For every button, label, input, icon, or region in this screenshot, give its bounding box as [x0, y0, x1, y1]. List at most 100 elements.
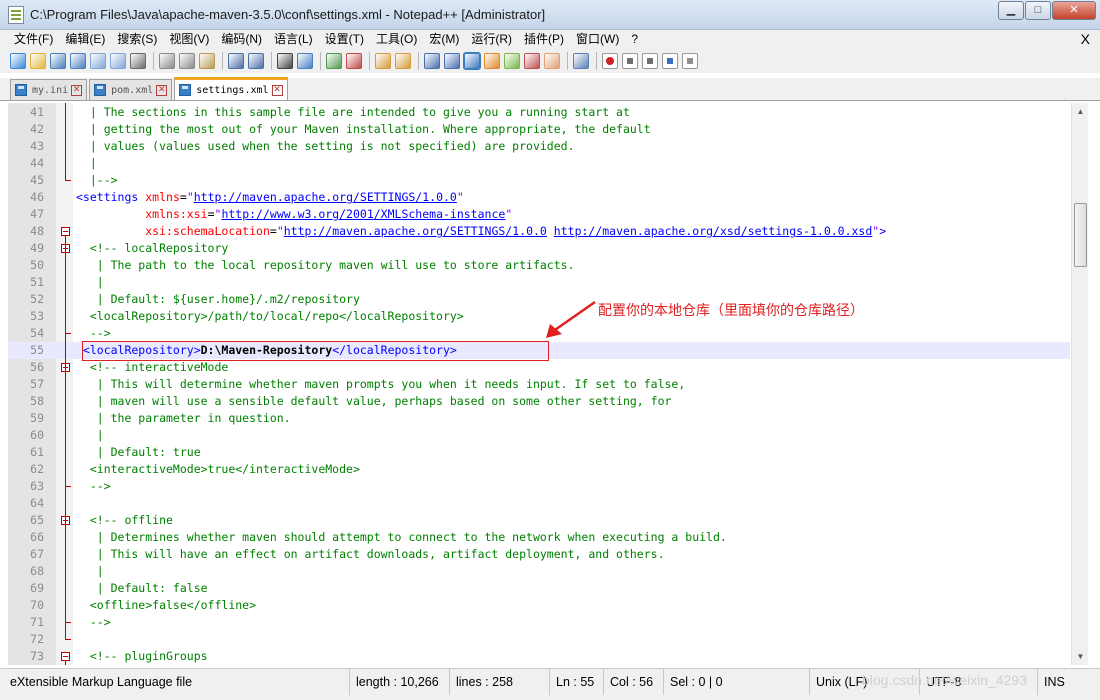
code-text: -->: [76, 478, 111, 495]
menu-tools[interactable]: 工具(O): [370, 30, 423, 49]
code-line[interactable]: 65 <!-- offline: [8, 512, 1070, 529]
code-line[interactable]: 70 <offline>false</offline>: [8, 597, 1070, 614]
replace-icon[interactable]: [297, 53, 313, 69]
code-line[interactable]: 63 -->: [8, 478, 1070, 495]
function-list-icon[interactable]: [524, 53, 540, 69]
code-line[interactable]: 60 |: [8, 427, 1070, 444]
code-line[interactable]: 58 | maven will use a sensible default v…: [8, 393, 1070, 410]
scroll-down-arrow-icon[interactable]: ▼: [1072, 648, 1089, 665]
code-line[interactable]: 57 | This will determine whether maven p…: [8, 376, 1070, 393]
new-file-icon[interactable]: [10, 53, 26, 69]
menu-window[interactable]: 窗口(W): [570, 30, 625, 49]
code-line[interactable]: 52 | Default: ${user.home}/.m2/repositor…: [8, 291, 1070, 308]
scroll-up-arrow-icon[interactable]: ▲: [1072, 103, 1089, 120]
close-document-button[interactable]: X: [1081, 30, 1090, 49]
code-line[interactable]: 61 | Default: true: [8, 444, 1070, 461]
fold-toggle-icon[interactable]: [61, 227, 70, 236]
code-line[interactable]: 48 xsi:schemaLocation="http://maven.apac…: [8, 223, 1070, 240]
zoom-out-icon[interactable]: [346, 53, 362, 69]
find-icon[interactable]: [277, 53, 293, 69]
code-text: <offline>false</offline>: [76, 597, 256, 614]
code-line[interactable]: 53 <localRepository>/path/to/local/repo<…: [8, 308, 1070, 325]
code-line[interactable]: 46 <settings xmlns="http://maven.apache.o…: [8, 189, 1070, 206]
paste-icon[interactable]: [199, 53, 215, 69]
status-insert-mode[interactable]: INS: [1038, 669, 1096, 695]
sync-vertical-icon[interactable]: [375, 53, 391, 69]
fold-guide: [65, 253, 66, 334]
code-line[interactable]: 66 | Determines whether maven should att…: [8, 529, 1070, 546]
sync-horizontal-icon[interactable]: [395, 53, 411, 69]
code-line[interactable]: 51 |: [8, 274, 1070, 291]
indent-guide-icon[interactable]: [463, 52, 481, 70]
code-line[interactable]: 50 | The path to the local repository ma…: [8, 257, 1070, 274]
menu-bar: 文件(F) 编辑(E) 搜索(S) 视图(V) 编码(N) 语言(L) 设置(T…: [0, 30, 1100, 49]
code-line[interactable]: 54 -->: [8, 325, 1070, 342]
save-macro-icon[interactable]: [682, 53, 698, 69]
tab-close-icon[interactable]: ✕: [156, 84, 168, 96]
zoom-in-icon[interactable]: [326, 53, 342, 69]
code-line[interactable]: 42 | getting the most out of your Maven …: [8, 121, 1070, 138]
close-window-button[interactable]: ✕: [1052, 1, 1096, 20]
redo-icon[interactable]: [248, 53, 264, 69]
tab-my-ini[interactable]: my.ini ✕: [10, 79, 88, 100]
play-macro-icon[interactable]: [642, 53, 658, 69]
menu-language[interactable]: 语言(L): [268, 30, 319, 49]
menu-plugins[interactable]: 插件(P): [518, 30, 570, 49]
code-token: |: [76, 564, 104, 578]
code-line[interactable]: 47 xmlns:xsi= "http://www.w3.org/2001/XML…: [8, 206, 1070, 223]
code-line[interactable]: 41 | The sections in this sample file ar…: [8, 104, 1070, 121]
code-line[interactable]: 68 |: [8, 563, 1070, 580]
close-all-icon[interactable]: [110, 53, 126, 69]
code-line[interactable]: 62 <interactiveMode>true</interactiveMod…: [8, 461, 1070, 478]
menu-help[interactable]: ?: [625, 30, 644, 49]
record-macro-icon[interactable]: [602, 53, 618, 69]
save-all-icon[interactable]: [70, 53, 86, 69]
scrollbar-thumb[interactable]: [1074, 203, 1087, 267]
menu-file[interactable]: 文件(F): [8, 30, 59, 49]
tab-close-icon[interactable]: ✕: [71, 84, 83, 96]
undo-icon[interactable]: [228, 53, 244, 69]
save-icon[interactable]: [50, 53, 66, 69]
menu-encoding[interactable]: 编码(N): [215, 30, 268, 49]
close-icon[interactable]: [90, 53, 106, 69]
show-all-chars-icon[interactable]: [444, 53, 460, 69]
code-line[interactable]: 67 | This will have an effect on artifac…: [8, 546, 1070, 563]
menu-macro[interactable]: 宏(M): [423, 30, 465, 49]
tab-pom-xml[interactable]: pom.xml ✕: [89, 79, 173, 100]
code-line[interactable]: 73 <!-- pluginGroups: [8, 648, 1070, 665]
menu-view[interactable]: 视图(V): [163, 30, 215, 49]
cut-icon[interactable]: [159, 53, 175, 69]
word-wrap-icon[interactable]: [424, 53, 440, 69]
code-line[interactable]: 59 | the parameter in question.: [8, 410, 1070, 427]
tab-close-icon[interactable]: ✕: [271, 84, 283, 96]
menu-settings[interactable]: 设置(T): [319, 30, 370, 49]
monitor-icon[interactable]: [573, 53, 589, 69]
code-line[interactable]: 45 |-->: [8, 172, 1070, 189]
user-lang-icon[interactable]: [484, 53, 500, 69]
maximize-button[interactable]: □: [1025, 1, 1051, 20]
fold-toggle-icon[interactable]: [61, 652, 70, 661]
doc-map-icon[interactable]: [504, 53, 520, 69]
stop-macro-icon[interactable]: [622, 53, 638, 69]
menu-search[interactable]: 搜索(S): [111, 30, 163, 49]
code-line[interactable]: 71 -->: [8, 614, 1070, 631]
code-line[interactable]: 72: [8, 631, 1070, 648]
copy-icon[interactable]: [179, 53, 195, 69]
code-line[interactable]: 69 | Default: false: [8, 580, 1070, 597]
code-line[interactable]: 43 | values (values used when the settin…: [8, 138, 1070, 155]
code-line[interactable]: 64: [8, 495, 1070, 512]
print-icon[interactable]: [130, 53, 146, 69]
vertical-scrollbar[interactable]: ▲ ▼: [1071, 103, 1088, 665]
code-line[interactable]: 56 <!-- interactiveMode: [8, 359, 1070, 376]
menu-edit[interactable]: 编辑(E): [59, 30, 111, 49]
code-line[interactable]: 49 <!-- localRepository: [8, 240, 1070, 257]
run-macro-multiple-icon[interactable]: [662, 53, 678, 69]
folder-workspace-icon[interactable]: [544, 53, 560, 69]
code-editor[interactable]: 41 | The sections in this sample file ar…: [8, 103, 1070, 665]
menu-run[interactable]: 运行(R): [465, 30, 518, 49]
minimize-button[interactable]: ▁: [998, 1, 1024, 20]
open-file-icon[interactable]: [30, 53, 46, 69]
code-line[interactable]: 44 |: [8, 155, 1070, 172]
tab-settings-xml[interactable]: settings.xml ✕: [174, 77, 288, 100]
line-number: 67: [30, 547, 44, 561]
